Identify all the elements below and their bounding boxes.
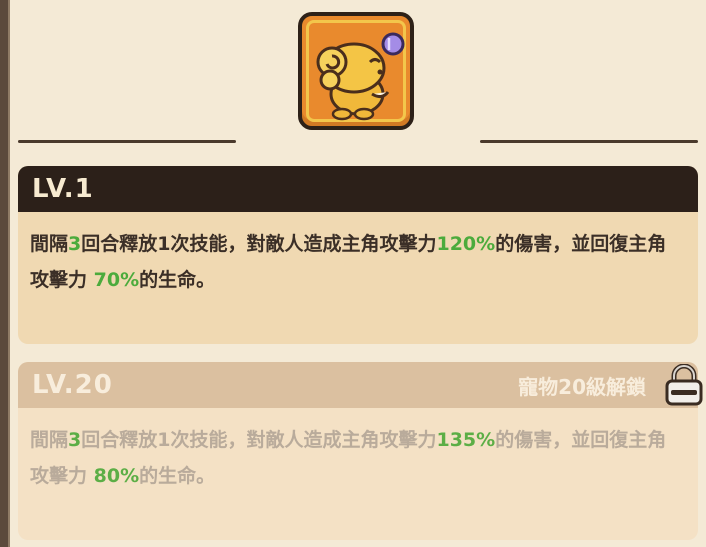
- level-label: LV.1: [32, 174, 94, 204]
- interval-value: 3: [68, 233, 82, 255]
- desc-text: 回合釋放1次技能，對敵人造成主角攻擊力: [81, 429, 437, 451]
- damage-percent: 120%: [436, 233, 496, 255]
- skill-level-card-20: LV.20 寵物20級解鎖 間隔3回合釋放1次技能，對敵人造成主角攻擊力135%…: [18, 362, 698, 540]
- pet-portrait-icon: [298, 12, 414, 130]
- skill-description: 間隔3回合釋放1次技能，對敵人造成主角攻擊力120%的傷害，並回復主角攻擊力 7…: [18, 212, 698, 308]
- divider-right: [480, 140, 698, 143]
- desc-text: 回合釋放1次技能，對敵人造成主角攻擊力: [81, 233, 437, 255]
- damage-percent: 135%: [436, 429, 496, 451]
- desc-text: 間隔: [30, 429, 69, 451]
- heal-percent: 80%: [93, 465, 140, 487]
- desc-text: 間隔: [30, 233, 69, 255]
- divider-left: [18, 140, 236, 143]
- skill-description: 間隔3回合釋放1次技能，對敵人造成主角攻擊力135%的傷害，並回復主角攻擊力 8…: [18, 408, 698, 504]
- skill-level-card-1: LV.1 間隔3回合釋放1次技能，對敵人造成主角攻擊力120%的傷害，並回復主角…: [18, 166, 698, 344]
- heal-percent: 70%: [93, 269, 140, 291]
- desc-text: 的生命。: [139, 269, 216, 291]
- level-header: LV.20 寵物20級解鎖: [18, 362, 698, 408]
- desc-text: 的生命。: [139, 465, 216, 487]
- level-header: LV.1: [18, 166, 698, 212]
- interval-value: 3: [68, 429, 82, 451]
- window-left-border: [0, 0, 10, 547]
- unlock-requirement: 寵物20級解鎖: [518, 374, 646, 399]
- padlock-icon: [665, 364, 703, 406]
- level-label: LV.20: [32, 370, 113, 400]
